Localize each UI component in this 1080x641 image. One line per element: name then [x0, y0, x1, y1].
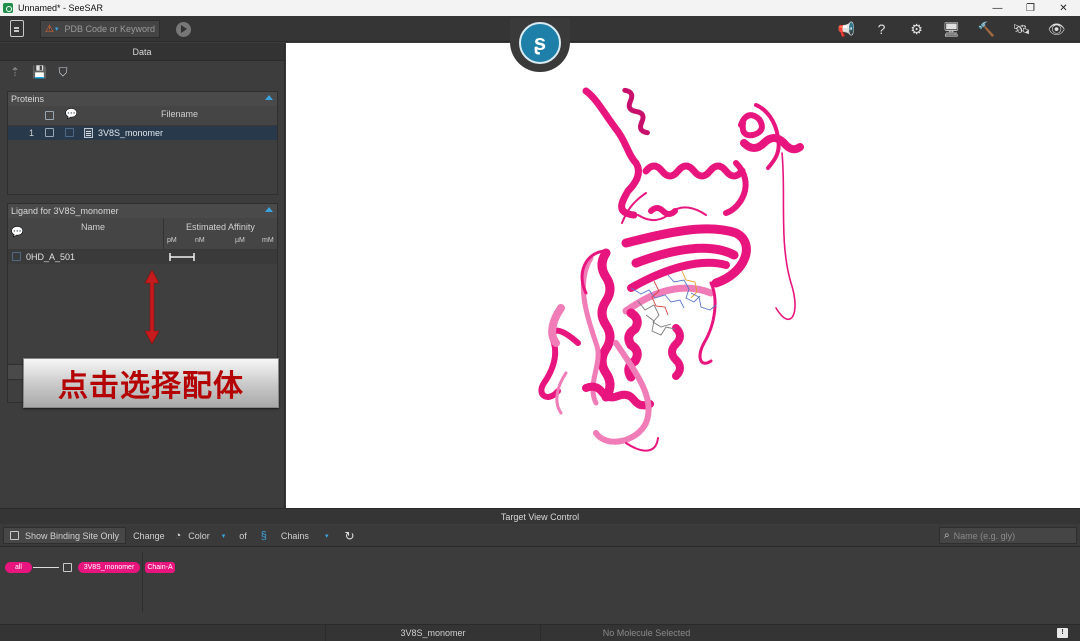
row-index: 1: [29, 128, 35, 138]
satellite-icon[interactable]: 🛰: [1004, 19, 1039, 39]
minimize-button[interactable]: —: [981, 0, 1014, 16]
unit-mm: mM: [262, 237, 274, 244]
chevron-down-icon[interactable]: ▾: [222, 532, 226, 540]
filter-icon[interactable]: ⛉: [56, 65, 70, 79]
restore-button[interactable]: ❐: [1014, 0, 1047, 16]
annotation-caption: 点击选择配体: [23, 358, 279, 408]
help-icon[interactable]: ?: [864, 19, 899, 39]
message-icon[interactable]: !: [1057, 628, 1068, 638]
data-tools: ⇡ 💾 ⛉: [0, 61, 284, 83]
comment-column-icon[interactable]: 💬: [65, 109, 77, 120]
table-row[interactable]: 0HD_A_501: [8, 250, 277, 264]
color-palette-icon[interactable]: ◔: [175, 530, 182, 542]
toolbar-right-icons: 📢? ⚙ 🖥 🔨 🛰 👁: [829, 19, 1074, 39]
unit-pm: pM: [167, 237, 177, 244]
ligand-section-title: Ligand for 3V8S_monomer: [11, 206, 119, 216]
protein-ribbon-render[interactable]: [286, 43, 1080, 508]
visibility-eye-icon[interactable]: 👁: [1039, 19, 1074, 39]
unit-nm: nM: [195, 237, 205, 244]
warning-icon[interactable]: ⚠: [45, 24, 54, 35]
window-title: Unnamed* - SeeSAR: [18, 3, 104, 13]
target-view-toolbar: Show Binding Site Only Change ◔ Color ▾ …: [0, 525, 1080, 547]
change-label: Change: [133, 530, 165, 541]
status-spacer: [0, 625, 325, 641]
play-icon[interactable]: [176, 22, 191, 37]
name-search-box[interactable]: ⌕ Name (e.g. gly): [939, 527, 1077, 544]
status-selection: No Molecule Selected: [540, 624, 752, 641]
ligand-comment-icon[interactable]: [12, 252, 21, 261]
comment-column-icon[interactable]: 💬: [11, 227, 23, 238]
search-icon: ⌕: [944, 530, 950, 541]
affinity-range-bar: [169, 253, 195, 261]
affinity-column-header[interactable]: Estimated Affinity: [186, 222, 255, 232]
ligand-header[interactable]: Ligand for 3V8S_monomer: [8, 204, 277, 218]
chain-pill[interactable]: Chain-A: [145, 562, 175, 573]
column-divider: [163, 218, 164, 250]
protein-pill[interactable]: 3V8S_monomer: [78, 562, 140, 573]
collapse-icon[interactable]: [265, 207, 273, 212]
name-column-header[interactable]: Name: [81, 222, 105, 232]
protein-filename[interactable]: 3V8S_monomer: [98, 128, 163, 138]
checkbox-icon[interactable]: [10, 531, 19, 540]
tree-divider: [142, 552, 143, 612]
monitor-icon[interactable]: 🖥: [934, 19, 969, 39]
double-arrow-icon: [144, 270, 160, 344]
protein-visibility-icon[interactable]: [45, 128, 54, 137]
settings-gear-icon[interactable]: ⚙: [899, 19, 934, 39]
color-dropdown-label[interactable]: Color: [188, 531, 210, 541]
window-titlebar: Unnamed* - SeeSAR — ❐ ✕: [0, 0, 1080, 16]
show-binding-site-button[interactable]: Show Binding Site Only: [3, 527, 127, 544]
proteins-title: Proteins: [11, 94, 45, 104]
seesar-logo-icon[interactable]: ʂ: [519, 22, 561, 64]
target-view-control-title: Target View Control: [0, 508, 1080, 524]
status-protein: 3V8S_monomer: [325, 624, 540, 641]
pdb-search-input[interactable]: PDB Code or Keyword: [64, 24, 155, 34]
chains-helix-icon: §: [260, 529, 267, 542]
collapse-icon[interactable]: [265, 95, 273, 100]
tree-connector: [33, 567, 59, 568]
data-panel-title: Data: [0, 43, 284, 61]
status-bar: 3V8S_monomer No Molecule Selected !: [0, 624, 1080, 641]
chevron-down-icon[interactable]: ▾: [55, 25, 59, 33]
tools-icon[interactable]: 🔨: [969, 19, 1004, 39]
comment-icon[interactable]: [65, 128, 74, 137]
target-view-tree: all 3V8S_monomer Chain-A: [0, 548, 1080, 624]
all-pill[interactable]: all: [5, 562, 32, 573]
chevron-down-icon[interactable]: ▾: [325, 532, 329, 540]
seesar-app-icon: [3, 3, 13, 13]
proteins-header[interactable]: Proteins: [8, 92, 277, 106]
new-file-icon[interactable]: [10, 20, 24, 37]
3d-viewer[interactable]: [286, 43, 1080, 508]
ligand-column-header: 💬 Name Estimated Affinity pM nM µM mM: [8, 218, 277, 250]
data-panel: Data ⇡ 💾 ⛉ Proteins 💬 Filename 1 3V8S_mo…: [0, 43, 285, 508]
reset-refresh-icon[interactable]: ↻: [344, 529, 354, 543]
protein-file-icon: [84, 128, 93, 138]
filename-column-header[interactable]: Filename: [161, 109, 198, 119]
table-row[interactable]: 1 3V8S_monomer: [8, 126, 277, 140]
proteins-section: Proteins 💬 Filename 1 3V8S_monomer: [7, 91, 278, 195]
unit-um: µM: [235, 237, 245, 244]
save-icon[interactable]: 💾: [32, 65, 47, 79]
show-binding-site-label: Show Binding Site Only: [25, 530, 120, 541]
ligand-name[interactable]: 0HD_A_501: [26, 252, 75, 262]
chains-dropdown-label[interactable]: Chains: [281, 531, 309, 541]
import-icon[interactable]: ⇡: [8, 65, 22, 79]
visibility-column-icon[interactable]: [45, 111, 54, 120]
proteins-column-header: 💬 Filename: [8, 106, 277, 126]
protein-visibility-icon[interactable]: [63, 563, 72, 572]
window-controls: — ❐ ✕: [981, 0, 1080, 16]
name-search-input[interactable]: Name (e.g. gly): [954, 531, 1016, 541]
pdb-search-box[interactable]: ⚠ ▾ PDB Code or Keyword: [40, 20, 160, 38]
of-label: of: [239, 530, 247, 541]
megaphone-icon[interactable]: 📢: [829, 19, 864, 39]
close-button[interactable]: ✕: [1047, 0, 1080, 16]
